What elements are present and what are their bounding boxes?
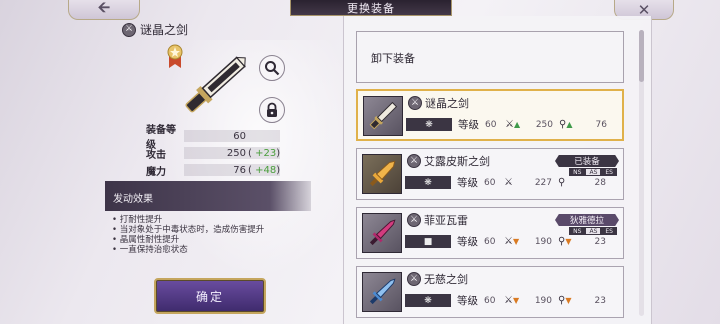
sword-type-icon: ⚔	[407, 154, 421, 168]
sword-image	[369, 219, 396, 246]
attack-value: 190	[534, 236, 552, 247]
arrow-left-icon: 🡨	[97, 0, 111, 16]
item-thumbnail	[362, 154, 402, 194]
magic-bonus: +48	[255, 164, 277, 176]
attack-icon: ⚔	[504, 177, 513, 188]
sword-image	[369, 101, 398, 130]
effect-header: 发动效果	[105, 181, 311, 211]
unequip-button[interactable]: 卸下装备	[356, 31, 624, 83]
lock-button[interactable]	[259, 97, 285, 123]
skill-slots: NS AS ES	[569, 168, 617, 176]
selected-item-name: 谜晶之剑	[140, 23, 189, 37]
effect-item: • 晶属性耐性提升	[112, 235, 180, 245]
attack-value: 250	[535, 119, 553, 130]
item-name: 无慈之剑	[424, 273, 468, 286]
attack-icon: ⚔ ▼	[504, 295, 520, 306]
item-thumbnail	[362, 272, 402, 312]
stat-row-magic: 魔力 76 ( +48)	[146, 164, 281, 178]
magic-value: 23	[594, 295, 606, 306]
selected-item-sword-image	[185, 56, 246, 113]
effect-list: • 打耐性提升 • 当对象处于中毒状态时，造成伤害提升 • 晶属性耐性提升 • …	[112, 215, 264, 255]
attack-value: 227	[534, 177, 552, 188]
item-thumbnail	[362, 213, 402, 253]
stat-row-attack: 攻击 250 ( +23)	[146, 147, 281, 161]
sword-image	[369, 278, 396, 305]
magic-wand-icon: ⚲ ▼	[558, 295, 572, 306]
magic-wand-icon: ⚲	[558, 177, 566, 188]
magic-wand-icon: ⚲ ▲	[559, 119, 573, 130]
attribute-icon: ❋	[406, 118, 452, 131]
sword-image	[369, 160, 396, 187]
inspect-button[interactable]	[259, 55, 285, 81]
magic-value: 76	[595, 119, 607, 130]
effect-item: • 一直保持治愈状态	[112, 245, 188, 255]
attribute-icon: ❋	[405, 294, 451, 307]
attack-icon: ⚔ ▲	[505, 119, 521, 130]
equipment-card[interactable]: ⚔ 谜晶之剑 ❋ 等级 60 ⚔ ▲ 250 ⚲ ▲ 76	[356, 89, 624, 141]
sword-type-icon: ⚔	[122, 22, 136, 37]
lock-icon	[267, 102, 277, 117]
skill-slots: NS AS ES	[569, 227, 617, 235]
magnifier-icon	[265, 61, 280, 76]
magic-wand-icon: ⚲ ▼	[558, 236, 572, 247]
back-button[interactable]: 🡨	[68, 0, 140, 20]
sword-type-icon: ⚔	[408, 96, 422, 110]
stat-row-level: 装备等级 60	[140, 125, 280, 151]
equipment-card[interactable]: ⚔ 无慈之剑 ❋ 等级 60 ⚔ ▼ 190 ⚲ ▼ 23	[356, 266, 624, 318]
sword-type-icon: ⚔	[407, 213, 421, 227]
selected-item-name-row: ⚔ 谜晶之剑	[122, 21, 188, 38]
item-thumbnail	[363, 96, 403, 136]
scrollbar-thumb[interactable]	[639, 30, 644, 82]
confirm-button[interactable]: 确定	[154, 278, 266, 314]
sword-type-icon: ⚔	[407, 272, 421, 286]
attack-bonus: +23	[255, 147, 277, 159]
attribute-icon: ❋	[405, 176, 451, 189]
equipment-card[interactable]: ⚔ 艾露皮斯之剑 已装备 NS AS ES ❋ 等级 60 ⚔ 227 ⚲ 28	[356, 148, 624, 200]
magic-value: 23	[594, 236, 606, 247]
attack-value: 190	[534, 295, 552, 306]
effect-item: • 打耐性提升	[112, 215, 163, 225]
page-title: 更换装备	[290, 0, 452, 16]
item-name: 艾露皮斯之剑	[424, 155, 490, 168]
equipment-card[interactable]: ⚔ 菲亚瓦雷 狄雅德拉 NS AS ES ■ 等级 60 ⚔ ▼ 190 ⚲ ▼ 23	[356, 207, 624, 259]
equipped-tag: 已装备	[555, 155, 619, 167]
attack-icon: ⚔ ▼	[504, 236, 520, 247]
item-name: 谜晶之剑	[425, 97, 469, 110]
effect-item: • 当对象处于中毒状态时，造成伤害提升	[112, 225, 265, 235]
magic-value: 28	[594, 177, 606, 188]
owner-tag: 狄雅德拉	[555, 214, 619, 226]
person-icon: ■	[405, 235, 451, 248]
item-stats: 装备等级 60 攻击 250 ( +23) 魔力 76 ( +48)	[140, 125, 281, 179]
item-name: 菲亚瓦雷	[424, 214, 468, 227]
